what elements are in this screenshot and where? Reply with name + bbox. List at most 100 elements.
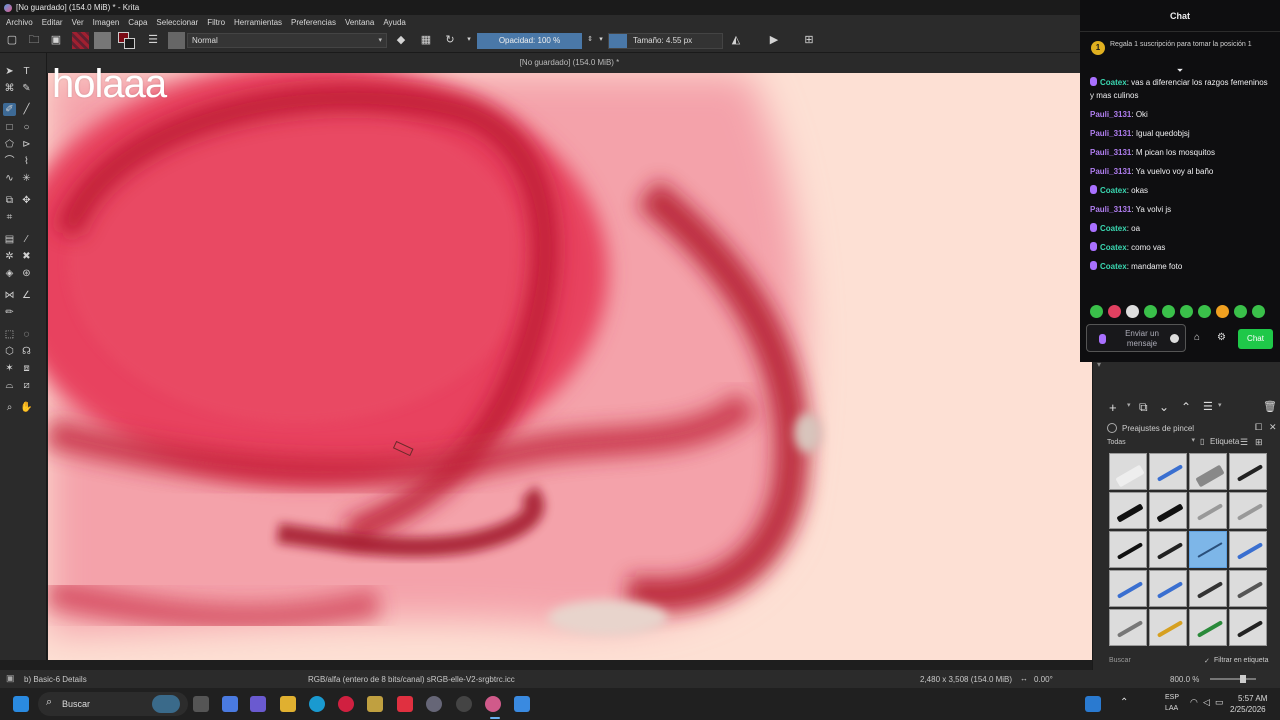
menu-preferencias[interactable]: Preferencias xyxy=(291,18,336,27)
language-top[interactable]: ESP xyxy=(1165,694,1179,701)
emote-icon[interactable] xyxy=(1108,305,1121,318)
bezier-select-tool-icon[interactable]: ⌓ xyxy=(3,379,16,392)
multibrush-tool-icon[interactable]: ✳ xyxy=(20,172,33,185)
magnetic-select-tool-icon[interactable]: ⧄ xyxy=(20,379,33,392)
chat-username[interactable]: Coatex xyxy=(1100,78,1127,87)
emote-icon[interactable] xyxy=(1162,305,1175,318)
emote-icon[interactable] xyxy=(1198,305,1211,318)
brush-preset[interactable] xyxy=(1189,570,1227,607)
clock-date[interactable]: 2/25/2026 xyxy=(1230,705,1266,714)
brush-preset[interactable] xyxy=(1229,570,1267,607)
brush-search-input[interactable]: Buscar xyxy=(1109,657,1131,664)
reference-images-tool-icon[interactable]: ✏ xyxy=(3,306,16,319)
freehand-select-tool-icon[interactable]: ☊ xyxy=(20,345,33,358)
background-color[interactable] xyxy=(124,38,135,49)
brush-preset[interactable] xyxy=(1229,492,1267,529)
reload-preset-icon[interactable]: ↻ xyxy=(443,33,457,47)
language-bottom[interactable]: LAA xyxy=(1165,705,1178,712)
opacity-slider[interactable]: Opacidad: 100 % xyxy=(477,33,582,49)
brush-preset[interactable] xyxy=(1229,531,1267,568)
chevron-down-icon[interactable]: ▾ xyxy=(1218,401,1222,409)
brush-preset[interactable] xyxy=(1189,453,1227,490)
filter-in-tag-checkbox[interactable]: ✓ xyxy=(1204,657,1210,665)
brush-filter-select[interactable]: Todas ▾ xyxy=(1107,436,1195,449)
menu-imagen[interactable]: Imagen xyxy=(93,18,120,27)
chat-input[interactable]: Enviar un mensaje xyxy=(1086,324,1186,352)
chevron-down-icon[interactable]: ▾ xyxy=(1127,401,1131,409)
brush-preset[interactable] xyxy=(1109,570,1147,607)
add-tag-icon[interactable]: ⊞ xyxy=(1255,437,1263,448)
view-options-icon[interactable]: ☰ xyxy=(1240,437,1248,448)
chat-username[interactable]: Pauli_3131 xyxy=(1090,167,1131,176)
brush-preset[interactable] xyxy=(1109,609,1147,646)
measure-tool-icon[interactable]: ∠ xyxy=(20,289,33,302)
zoom-slider-handle[interactable] xyxy=(1240,675,1246,683)
polygon-tool-icon[interactable]: ⬠ xyxy=(3,138,16,151)
emoji-icon[interactable] xyxy=(1170,334,1179,343)
gradient-tool-icon[interactable]: ▤ xyxy=(3,233,16,246)
chat-username[interactable]: Coatex xyxy=(1100,224,1127,233)
settings-gear-icon[interactable]: ⚙ xyxy=(1217,332,1226,343)
menu-ver[interactable]: Ver xyxy=(72,18,84,27)
contiguous-select-tool-icon[interactable]: ✶ xyxy=(3,362,16,375)
calligraphy-tool-icon[interactable]: ✎ xyxy=(20,82,33,95)
pdf-reader-icon[interactable] xyxy=(397,696,413,712)
freehand-path-tool-icon[interactable]: ⌇ xyxy=(20,155,33,168)
app-icon[interactable] xyxy=(367,696,383,712)
brush-preset[interactable] xyxy=(1149,609,1187,646)
widget-icon[interactable] xyxy=(1085,696,1101,712)
zoom-tool-icon[interactable]: ⌕ xyxy=(3,401,16,414)
emote-icon[interactable] xyxy=(1180,305,1193,318)
brush-preset[interactable] xyxy=(1149,492,1187,529)
chat-username[interactable]: Coatex xyxy=(1100,243,1127,252)
float-docker-icon[interactable]: ⧠ xyxy=(1255,422,1262,433)
file-explorer-icon[interactable] xyxy=(280,696,296,712)
brush-preset[interactable] xyxy=(1149,570,1187,607)
zoom-slider[interactable] xyxy=(1210,678,1256,680)
pan-tool-icon[interactable]: ✋ xyxy=(20,401,33,414)
move-up-icon[interactable]: ⌃ xyxy=(1181,400,1191,414)
colorize-mask-tool-icon[interactable]: ✲ xyxy=(3,250,16,263)
chat-send-button[interactable]: Chat xyxy=(1238,329,1273,349)
color-picker-tool-icon[interactable]: ⁄ xyxy=(20,233,33,246)
notepad-icon[interactable] xyxy=(514,696,530,712)
similar-color-select-tool-icon[interactable]: ⧈ xyxy=(20,362,33,375)
smart-patch-tool-icon[interactable]: ✖ xyxy=(20,250,33,263)
elliptical-select-tool-icon[interactable]: ◌ xyxy=(20,328,33,341)
new-document-icon[interactable]: ▢ xyxy=(5,33,19,47)
eraser-icon[interactable]: ◆ xyxy=(394,33,408,47)
edit-shapes-tool-icon[interactable]: ⌘ xyxy=(3,82,16,95)
chat-username[interactable]: Coatex xyxy=(1100,262,1127,271)
brush-size-slider[interactable]: Tamaño: 4.55 px xyxy=(608,33,723,49)
fill-tool-icon[interactable]: ◈ xyxy=(3,267,16,280)
show-hidden-icons-chevron[interactable]: ⌃ xyxy=(1120,697,1128,708)
chat-username[interactable]: Pauli_3131 xyxy=(1090,205,1131,214)
edge-icon[interactable] xyxy=(309,696,325,712)
dynamic-brush-tool-icon[interactable]: ∿ xyxy=(3,172,16,185)
clock-time[interactable]: 5:57 AM xyxy=(1238,694,1267,703)
emote-icon[interactable] xyxy=(1216,305,1229,318)
chevron-down-icon[interactable]: ▾ xyxy=(594,33,608,47)
emote-icon[interactable] xyxy=(1252,305,1265,318)
brush-preset[interactable] xyxy=(1229,453,1267,490)
opera-icon[interactable] xyxy=(338,696,354,712)
menu-archivo[interactable]: Archivo xyxy=(6,18,33,27)
rectangular-select-tool-icon[interactable]: ⬚ xyxy=(3,328,16,341)
teams-icon[interactable] xyxy=(250,696,266,712)
freehand-brush-tool-icon[interactable]: ✐ xyxy=(3,103,16,116)
brush-preset[interactable] xyxy=(1109,453,1147,490)
taskbar-search-box[interactable]: ⌕ Buscar xyxy=(38,692,188,716)
chat-username[interactable]: Pauli_3131 xyxy=(1090,148,1131,157)
brush-preset[interactable] xyxy=(1109,492,1147,529)
drawing-canvas[interactable] xyxy=(48,73,1092,660)
task-view-icon[interactable] xyxy=(193,696,209,712)
zoom-level[interactable]: 800.0 % xyxy=(1170,675,1199,684)
rotation-icon[interactable]: ↔ xyxy=(1020,674,1028,683)
chevron-down-icon[interactable]: ▾ xyxy=(462,33,476,47)
menu-herramientas[interactable]: Herramientas xyxy=(234,18,282,27)
move-tool-icon[interactable]: ✥ xyxy=(20,194,33,207)
brush-preset[interactable] xyxy=(1149,531,1187,568)
open-folder-icon[interactable]: 🗀 xyxy=(27,33,41,47)
bezier-tool-icon[interactable]: ⌒ xyxy=(3,155,16,168)
ellipse-tool-icon[interactable]: ○ xyxy=(20,121,33,134)
